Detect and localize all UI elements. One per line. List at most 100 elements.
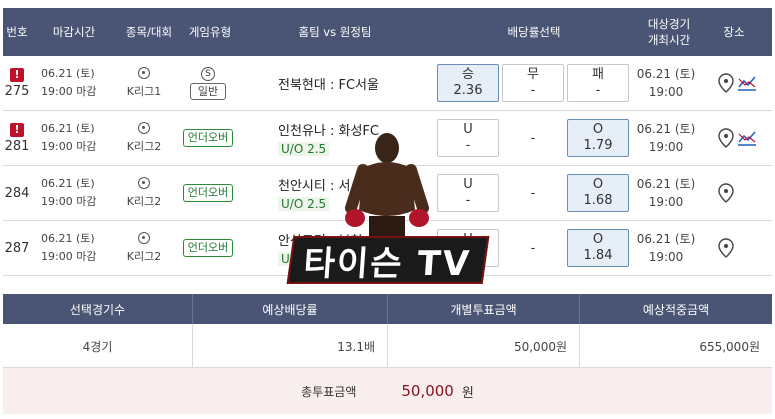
summary-count: 4경기	[3, 324, 193, 368]
row-number: ! 275	[3, 56, 31, 110]
summary-col-stake: 개별투표금액	[388, 294, 580, 324]
row-number-text: 284	[4, 185, 30, 201]
col-event-time-l1: 대상경기	[647, 17, 691, 31]
deadline-date: 06.21 (토)	[41, 67, 95, 80]
event-time: 06.21 (토) 19:00	[631, 56, 701, 110]
place	[717, 166, 735, 220]
event-time: 06.21 (토) 19:00	[631, 111, 701, 165]
summary-col-payout: 예상적중금액	[642, 302, 710, 317]
league-name: K리그2	[126, 140, 162, 153]
odd-home-button[interactable]: 승 2.36	[437, 64, 499, 102]
boxer-figure-watermark	[345, 133, 429, 242]
event-hour: 19:00	[648, 195, 684, 209]
place	[717, 111, 757, 165]
col-match: 홈팀 vs 원정팀	[298, 25, 372, 39]
location-pin-icon[interactable]	[717, 183, 735, 203]
location-pin-icon[interactable]	[717, 128, 735, 148]
soccer-ball-icon	[138, 67, 150, 79]
ou-line: U/O 2.5	[278, 142, 330, 156]
col-place: 장소	[723, 25, 745, 39]
deadline: 06.21 (토) 19:00 마감	[41, 221, 109, 275]
deadline-time: 19:00 마감	[41, 85, 97, 98]
place	[717, 56, 757, 110]
deadline-date: 06.21 (토)	[41, 122, 95, 135]
col-league: 종목/대회	[125, 25, 173, 39]
odd-value: -	[530, 83, 536, 98]
event-date: 06.21 (토)	[636, 67, 696, 81]
odd-away-button[interactable]: 패 -	[567, 64, 629, 102]
deadline-date: 06.21 (토)	[41, 232, 95, 245]
summary-odds: 13.1배	[193, 324, 388, 368]
odd-over-button[interactable]: O 1.84	[567, 229, 629, 267]
event-time: 06.21 (토) 19:00	[631, 221, 701, 275]
odd-label: U	[463, 122, 473, 137]
game-type-badge: 언더오버	[182, 184, 234, 202]
odd-label: O	[592, 177, 604, 192]
game-type: 언더오버	[177, 166, 239, 220]
summary-payout: 655,000원	[699, 339, 760, 354]
deadline: 06.21 (토) 19:00 마감	[41, 111, 109, 165]
ou-line: U/O 2.5	[278, 197, 330, 211]
deadline-time: 19:00 마감	[41, 140, 97, 153]
location-pin-icon[interactable]	[717, 238, 735, 258]
odd-mid: -	[530, 240, 536, 256]
row-number-text: 287	[4, 240, 30, 256]
odd-label: 무	[527, 67, 539, 82]
odd-value: 1.84	[583, 248, 613, 263]
league: K리그2	[111, 221, 177, 275]
table-header: 번호 마감시간 종목/대회 게임유형 홈팀 vs 원정팀 배당률선택 대상경기 …	[3, 8, 772, 56]
odd-value: -	[465, 193, 471, 208]
summary-stake: 50,000원	[388, 324, 580, 368]
odd-under-button[interactable]: U -	[437, 174, 499, 212]
event-hour: 19:00	[648, 140, 684, 154]
odd-mid: -	[530, 130, 536, 146]
table-row: ! 275 06.21 (토) 19:00 마감 K리그1 S 일반 전북현대 …	[3, 56, 772, 111]
odd-under-button[interactable]: U -	[437, 119, 499, 157]
col-no: 번호	[6, 25, 28, 39]
summary-header: 선택경기수 예상배당률 개별투표금액 예상적중금액	[3, 294, 772, 324]
trend-chart-icon[interactable]	[737, 130, 757, 146]
total-value: 50,000	[401, 382, 454, 400]
summary-col-count: 선택경기수	[3, 294, 193, 324]
odd-label: 승	[462, 67, 474, 82]
league: K리그1	[111, 56, 177, 110]
location-pin-icon[interactable]	[717, 73, 735, 93]
summary-row: 4경기 13.1배 50,000원 655,000원	[3, 324, 772, 368]
special-badge-icon: S	[201, 66, 215, 81]
row-number-text: 281	[4, 138, 30, 154]
col-odds: 배당률선택	[507, 25, 561, 39]
odd-mid: -	[530, 185, 536, 201]
col-event-time: 대상경기 개최시간	[631, 8, 707, 56]
event-hour: 19:00	[648, 85, 684, 99]
summary-col-odds: 예상배당률	[193, 294, 388, 324]
odd-draw-button[interactable]: 무 -	[502, 64, 564, 102]
deadline-time: 19:00 마감	[41, 195, 97, 208]
league-name: K리그1	[126, 85, 162, 98]
odd-label: O	[592, 232, 604, 247]
game-type-badge: 언더오버	[182, 239, 234, 257]
game-type-badge: 언더오버	[182, 129, 234, 147]
odd-value: -	[465, 138, 471, 153]
row-number: 287	[3, 221, 31, 275]
event-hour: 19:00	[648, 250, 684, 264]
odd-over-button[interactable]: O 1.68	[567, 174, 629, 212]
soccer-ball-icon	[138, 177, 150, 189]
row-number: 284	[3, 166, 31, 220]
deadline: 06.21 (토) 19:00 마감	[41, 166, 109, 220]
odd-label: U	[463, 177, 473, 192]
deadline-date: 06.21 (토)	[41, 177, 95, 190]
col-event-time-l2: 개최시간	[647, 33, 691, 47]
trend-chart-icon[interactable]	[737, 75, 757, 91]
deadline: 06.21 (토) 19:00 마감	[41, 56, 109, 110]
tyson-tv-watermark: 타이슨 TV	[286, 236, 490, 284]
odd-value: 1.68	[583, 193, 613, 208]
game-type: S 일반	[177, 56, 239, 110]
total-label: 총투표금액	[301, 384, 357, 399]
odd-value: 1.79	[583, 138, 613, 153]
event-time: 06.21 (토) 19:00	[631, 166, 701, 220]
event-date: 06.21 (토)	[636, 232, 696, 246]
deadline-time: 19:00 마감	[41, 250, 97, 263]
odd-over-button[interactable]: O 1.79	[567, 119, 629, 157]
row-number-text: 275	[4, 83, 30, 99]
match-text: 천안시티 : 서	[278, 179, 351, 194]
